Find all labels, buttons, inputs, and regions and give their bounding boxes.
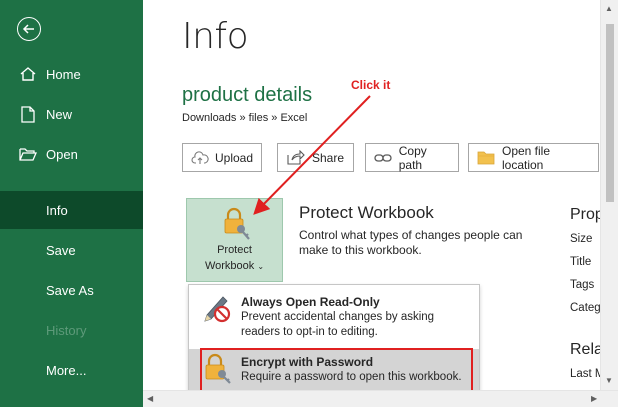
- sidebar-item-save[interactable]: Save: [0, 231, 143, 269]
- new-document-icon: [18, 105, 38, 123]
- open-file-location-label: Open file location: [501, 143, 551, 172]
- back-button[interactable]: [17, 17, 41, 41]
- scroll-up-icon[interactable]: ▲: [605, 4, 613, 13]
- sidebar-item-more[interactable]: More...: [0, 351, 143, 389]
- sidebar-item-label: Save: [46, 242, 76, 258]
- copy-path-button[interactable]: Copy path: [365, 143, 459, 172]
- share-button[interactable]: Share: [277, 143, 354, 172]
- scroll-down-icon[interactable]: ▼: [605, 376, 613, 385]
- arrow-left-icon: [22, 24, 34, 34]
- protect-workbook-label-line1: Protect: [217, 244, 252, 256]
- menu-item-description: readers to opt-in to editing.: [241, 326, 378, 338]
- scroll-left-icon[interactable]: ◀: [147, 394, 153, 403]
- sidebar-item-info[interactable]: Info: [0, 191, 143, 229]
- protect-workbook-label-row: Workbook ⌄: [205, 259, 264, 274]
- home-icon: [18, 65, 38, 83]
- backstage-sidebar: Home New Open Info Save Save As History …: [0, 0, 143, 407]
- sidebar-item-history: History: [0, 311, 143, 349]
- lock-key-icon: [224, 207, 250, 240]
- property-tags: Tags: [570, 279, 595, 291]
- open-file-location-button[interactable]: Open file location: [468, 143, 599, 172]
- scrollbar-thumb[interactable]: [606, 24, 614, 202]
- upload-label: Upload: [215, 150, 254, 165]
- properties-title: Prop: [570, 206, 604, 223]
- share-label: Share: [312, 150, 345, 165]
- cloud-upload-icon: [191, 150, 209, 166]
- share-icon: [286, 150, 306, 166]
- property-size: Size: [570, 233, 593, 245]
- chevron-down-icon: ⌄: [257, 262, 265, 271]
- file-name: product details: [182, 84, 313, 106]
- protect-workbook-description: Control what types of changes people can…: [299, 228, 523, 257]
- sidebar-item-label: Save As: [46, 282, 94, 298]
- annotation-label: Click it: [351, 78, 391, 92]
- link-icon: [374, 150, 393, 166]
- breadcrumb: Downloads » files » Excel: [182, 112, 308, 124]
- upload-button[interactable]: Upload: [182, 143, 262, 172]
- sidebar-item-save-as[interactable]: Save As: [0, 271, 143, 309]
- horizontal-scrollbar[interactable]: ◀ ▶: [143, 390, 618, 407]
- sidebar-item-label: Home: [46, 66, 81, 82]
- folder-open-icon: [18, 145, 38, 163]
- sidebar-item-open[interactable]: Open: [0, 135, 143, 173]
- vertical-scrollbar[interactable]: ▲ ▼: [600, 0, 618, 390]
- menu-item-title: Always Open Read-Only: [241, 295, 380, 309]
- sidebar-item-new[interactable]: New: [0, 95, 143, 133]
- pencil-no-icon: [199, 289, 235, 327]
- property-title: Title: [570, 256, 592, 268]
- menu-item-description: Prevent accidental changes by asking: [241, 311, 435, 323]
- related-title: Rela: [570, 341, 603, 358]
- folder-icon: [477, 150, 496, 166]
- page-title: Info: [182, 16, 249, 57]
- copy-path-label: Copy path: [398, 143, 427, 172]
- sidebar-item-label: More...: [46, 362, 87, 378]
- sidebar-item-label: New: [46, 106, 73, 122]
- property-categories: Categ: [570, 302, 601, 314]
- menu-item-always-open-read-only[interactable]: Always Open Read-Only Prevent accidental…: [189, 289, 479, 345]
- sidebar-item-label: History: [46, 322, 87, 338]
- protect-workbook-label-line2: Workbook: [204, 260, 255, 272]
- scroll-right-icon[interactable]: ▶: [591, 394, 597, 403]
- sidebar-item-label: Info: [46, 202, 68, 218]
- protect-workbook-title: Protect Workbook: [299, 203, 434, 222]
- protect-workbook-button[interactable]: Protect Workbook ⌄: [186, 198, 283, 282]
- sidebar-item-label: Open: [46, 146, 78, 162]
- sidebar-item-home[interactable]: Home: [0, 55, 143, 93]
